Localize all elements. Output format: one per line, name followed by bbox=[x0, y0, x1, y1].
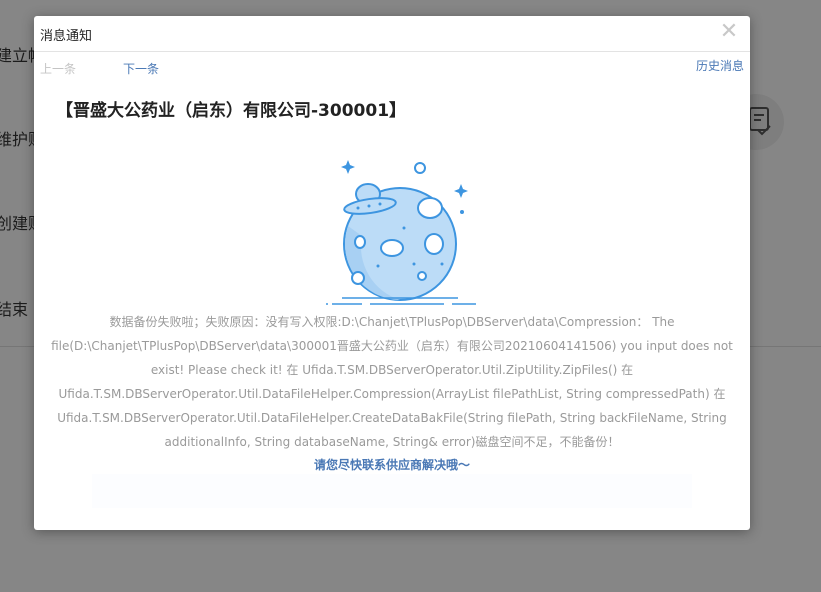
close-icon[interactable]: ✕ bbox=[718, 20, 740, 44]
dialog-header: 消息通知 ✕ bbox=[34, 16, 750, 52]
history-messages-link[interactable]: 历史消息 bbox=[696, 57, 744, 74]
prev-message-button[interactable]: 上一条 bbox=[40, 60, 76, 77]
next-message-button[interactable]: 下一条 bbox=[123, 60, 159, 77]
planet-ufo-illustration-icon bbox=[302, 156, 502, 306]
contact-supplier-text: 请您尽快联系供应商解决哦～ bbox=[313, 458, 470, 472]
message-footer-area bbox=[92, 474, 692, 508]
company-title: 【晋盛大公药业（启东）有限公司-300001】 bbox=[56, 101, 407, 121]
dialog-title: 消息通知 bbox=[40, 29, 93, 44]
error-message-text: 数据备份失败啦；失败原因：没有写入权限:D:\Chanjet\TPlusPop\… bbox=[51, 315, 733, 449]
message-dialog: 消息通知 ✕ 上一条 下一条 历史消息 【晋盛大公药业（启东）有限公司-3000… bbox=[34, 16, 750, 530]
